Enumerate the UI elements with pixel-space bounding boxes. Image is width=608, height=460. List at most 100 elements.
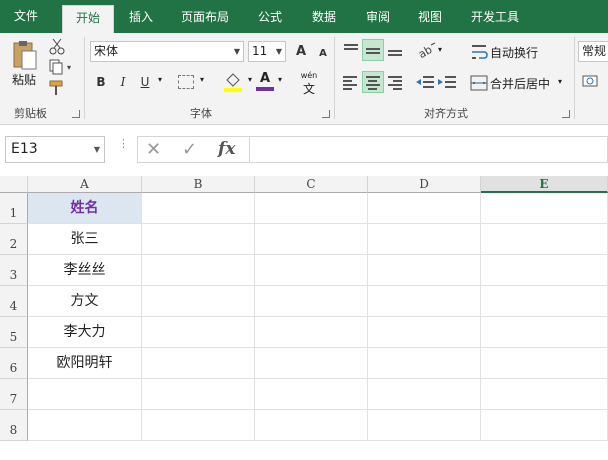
cell-a4[interactable]: 方文 — [28, 286, 142, 317]
cell-d7[interactable] — [368, 379, 481, 410]
tab-file[interactable]: 文件 — [0, 0, 52, 33]
cell-d8[interactable] — [368, 410, 481, 441]
font-size-select[interactable]: 11 ▼ — [248, 41, 286, 62]
chevron-down-icon[interactable]: ▾ — [438, 45, 442, 54]
cell-a2[interactable]: 张三 — [28, 224, 142, 255]
cell-c1[interactable] — [255, 193, 368, 224]
cell-b6[interactable] — [142, 348, 255, 379]
chevron-down-icon[interactable]: ▾ — [248, 75, 252, 84]
tab-view[interactable]: 视图 — [408, 5, 452, 33]
align-middle-button[interactable] — [362, 39, 384, 61]
cell-b7[interactable] — [142, 379, 255, 410]
select-all-corner[interactable] — [0, 176, 28, 193]
cut-button[interactable] — [48, 37, 66, 55]
accounting-format-button[interactable] — [582, 73, 602, 91]
cell-b4[interactable] — [142, 286, 255, 317]
cell-a7[interactable] — [28, 379, 142, 410]
tab-developer[interactable]: 开发工具 — [462, 5, 528, 33]
tab-data[interactable]: 数据 — [302, 5, 346, 33]
bold-button[interactable]: B — [90, 71, 112, 93]
name-box[interactable]: E13 ▼ — [5, 136, 105, 163]
merge-center-button[interactable]: 合并后居中 ▾ — [470, 73, 570, 93]
borders-icon[interactable] — [178, 75, 194, 89]
cell-c8[interactable] — [255, 410, 368, 441]
cell-a8[interactable] — [28, 410, 142, 441]
cell-d5[interactable] — [368, 317, 481, 348]
row-header-4[interactable]: 4 — [0, 286, 28, 317]
format-painter-button[interactable] — [48, 79, 68, 97]
decrease-font-size-button[interactable]: A — [312, 43, 334, 65]
number-format-select[interactable]: 常规 — [578, 41, 608, 62]
cell-a5[interactable]: 李大力 — [28, 317, 142, 348]
paste-button[interactable] — [10, 39, 40, 73]
cell-e3[interactable] — [481, 255, 608, 286]
align-top-button[interactable] — [340, 39, 362, 61]
italic-button[interactable]: I — [112, 71, 134, 93]
decrease-indent-button[interactable] — [414, 71, 436, 93]
alignment-launcher-icon[interactable] — [562, 110, 570, 118]
cell-e7[interactable] — [481, 379, 608, 410]
cell-b8[interactable] — [142, 410, 255, 441]
align-center-button[interactable] — [362, 71, 384, 93]
increase-font-size-button[interactable]: A — [290, 41, 312, 63]
font-launcher-icon[interactable] — [322, 110, 330, 118]
column-header-b[interactable]: B — [142, 176, 255, 193]
row-header-3[interactable]: 3 — [0, 255, 28, 286]
row-header-2[interactable]: 2 — [0, 224, 28, 255]
cell-e4[interactable] — [481, 286, 608, 317]
cell-c3[interactable] — [255, 255, 368, 286]
cell-e1[interactable] — [481, 193, 608, 224]
row-header-7[interactable]: 7 — [0, 379, 28, 410]
orientation-button[interactable]: ab — [416, 39, 438, 61]
column-header-c[interactable]: C — [255, 176, 368, 193]
cell-b5[interactable] — [142, 317, 255, 348]
cell-b3[interactable] — [142, 255, 255, 286]
cell-a3[interactable]: 李丝丝 — [28, 255, 142, 286]
cell-c5[interactable] — [255, 317, 368, 348]
column-header-e[interactable]: E — [481, 176, 608, 193]
cell-a1[interactable]: 姓名 — [28, 193, 142, 224]
cell-c4[interactable] — [255, 286, 368, 317]
increase-indent-button[interactable] — [436, 71, 458, 93]
align-bottom-button[interactable] — [384, 39, 406, 61]
chevron-down-icon[interactable]: ▾ — [278, 75, 282, 84]
wrap-text-button[interactable]: 自动换行 — [470, 42, 570, 62]
cell-d1[interactable] — [368, 193, 481, 224]
tab-home[interactable]: 开始 — [62, 5, 114, 33]
row-header-1[interactable]: 1 — [0, 193, 28, 224]
chevron-down-icon[interactable]: ▾ — [158, 75, 162, 84]
enter-icon[interactable]: ✓ — [182, 139, 197, 160]
cell-b1[interactable] — [142, 193, 255, 224]
row-header-6[interactable]: 6 — [0, 348, 28, 379]
cell-c7[interactable] — [255, 379, 368, 410]
cell-e2[interactable] — [481, 224, 608, 255]
column-header-a[interactable]: A — [28, 176, 142, 193]
font-color-button[interactable]: A — [256, 71, 274, 93]
align-right-button[interactable] — [384, 71, 406, 93]
align-left-button[interactable] — [340, 71, 362, 93]
cell-a6[interactable]: 欧阳明轩 — [28, 348, 142, 379]
font-name-select[interactable]: 宋体 ▼ — [90, 41, 244, 62]
insert-function-icon[interactable]: fx — [218, 139, 235, 159]
cell-e5[interactable] — [481, 317, 608, 348]
cell-b2[interactable] — [142, 224, 255, 255]
chevron-down-icon[interactable]: ▾ — [200, 75, 204, 84]
cancel-icon[interactable]: ✕ — [146, 139, 161, 160]
drag-handle-icon[interactable]: ⋮ — [118, 138, 129, 149]
cell-d6[interactable] — [368, 348, 481, 379]
tab-review[interactable]: 审阅 — [356, 5, 400, 33]
tab-insert[interactable]: 插入 — [120, 5, 162, 33]
underline-button[interactable]: U — [134, 71, 156, 93]
column-header-d[interactable]: D — [368, 176, 481, 193]
cell-d4[interactable] — [368, 286, 481, 317]
clipboard-launcher-icon[interactable] — [72, 110, 80, 118]
cell-d3[interactable] — [368, 255, 481, 286]
phonetic-guide-button[interactable]: wén 文 — [298, 71, 320, 97]
tab-formulas[interactable]: 公式 — [248, 5, 292, 33]
cell-e6[interactable] — [481, 348, 608, 379]
cell-c2[interactable] — [255, 224, 368, 255]
row-header-8[interactable]: 8 — [0, 410, 28, 441]
row-header-5[interactable]: 5 — [0, 317, 28, 348]
copy-button[interactable]: ▾ — [48, 59, 76, 75]
cell-e8[interactable] — [481, 410, 608, 441]
